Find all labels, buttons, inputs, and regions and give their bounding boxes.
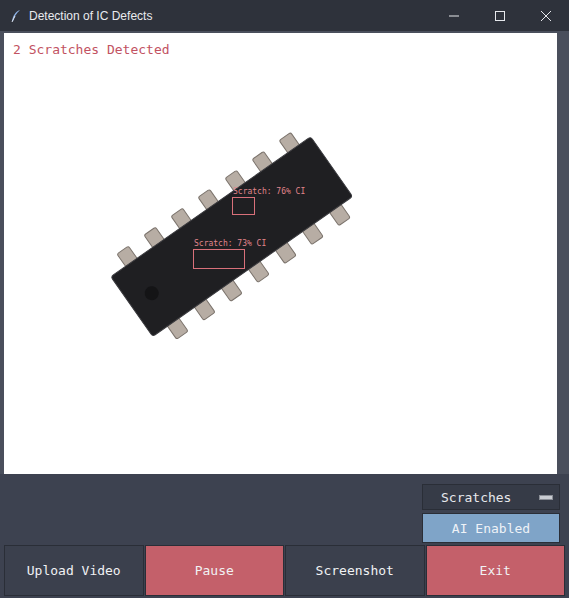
feather-icon <box>9 9 23 23</box>
close-icon <box>541 11 551 21</box>
detection-box: Scratch: 73% CI <box>193 249 245 269</box>
detection-box: Scratch: 76% CI <box>232 197 255 215</box>
window-title: Detection of IC Defects <box>29 9 431 23</box>
action-button[interactable]: Upload Video <box>4 545 144 596</box>
action-button[interactable]: Screenshot <box>285 545 425 596</box>
detection-label: Scratch: 76% CI <box>233 187 305 196</box>
dropdown-indicator-icon <box>539 495 553 500</box>
maximize-button[interactable] <box>477 0 523 31</box>
video-canvas: 2 Scratches Detected Scratch: 76% CIScra… <box>4 33 557 474</box>
ai-toggle-button[interactable]: AI Enabled <box>422 513 560 543</box>
defect-type-dropdown[interactable]: Scratches <box>422 484 560 510</box>
action-button[interactable]: Pause <box>145 545 285 596</box>
action-button[interactable]: Exit <box>426 545 566 596</box>
button-row: Upload VideoPauseScreenshotExit <box>0 544 569 598</box>
minimize-icon <box>449 11 459 21</box>
detection-label: Scratch: 73% CI <box>194 239 266 248</box>
app-window: Detection of IC Defects 2 Scratches Dete… <box>0 0 569 598</box>
control-panel: Scratches AI Enabled Upload VideoPauseSc… <box>0 474 569 598</box>
detection-status: 2 Scratches Detected <box>13 42 170 57</box>
close-button[interactable] <box>523 0 569 31</box>
title-bar: Detection of IC Defects <box>0 0 569 31</box>
maximize-icon <box>495 11 505 21</box>
minimize-button[interactable] <box>431 0 477 31</box>
video-area: 2 Scratches Detected Scratch: 76% CIScra… <box>0 31 569 474</box>
ic-chip-frame <box>4 33 557 474</box>
